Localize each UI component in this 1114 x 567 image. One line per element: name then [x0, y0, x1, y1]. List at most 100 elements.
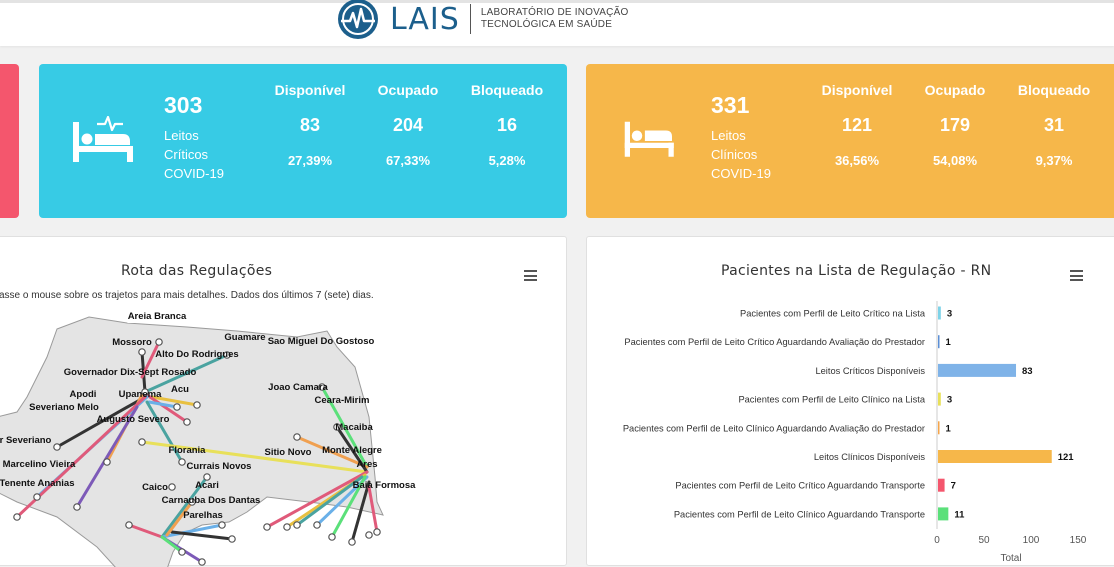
city-label: Ceara-Mirim	[315, 395, 370, 406]
city-node[interactable]	[263, 523, 271, 531]
city-label: Currais Novos	[187, 461, 252, 472]
city-node[interactable]	[218, 521, 226, 529]
chart-bar[interactable]	[938, 335, 940, 349]
city-node[interactable]	[103, 458, 111, 466]
city-label: Acu	[171, 384, 189, 395]
city-node[interactable]	[348, 538, 356, 546]
city-node[interactable]	[168, 483, 176, 491]
city-node[interactable]	[13, 513, 21, 521]
clinical-occupied-col: Ocupado 179 54,08%	[910, 82, 1000, 168]
city-node[interactable]	[155, 338, 163, 346]
chart-data-label: 121	[1058, 452, 1075, 463]
city-node[interactable]	[193, 401, 201, 409]
clinical-total: 331	[711, 92, 750, 118]
city-label: Macaiba	[335, 422, 373, 433]
col-header: Ocupado	[924, 82, 986, 98]
route-panel: Rota das Regulações asse o mouse sobre o…	[0, 236, 567, 567]
city-label: Mossoro	[112, 337, 152, 348]
city-node[interactable]	[73, 503, 81, 511]
city-node[interactable]	[178, 458, 186, 466]
city-label: Ares	[356, 459, 377, 470]
chart-category-label: Pacientes com Perfil de Leito Crítico Ag…	[675, 481, 925, 491]
route-menu-icon[interactable]	[524, 270, 537, 281]
clinical-blocked-col: Bloqueado 31 9,37%	[1009, 82, 1099, 168]
regulation-chart-panel: Pacientes na Lista de Regulação - RN Pac…	[586, 236, 1114, 566]
city-node[interactable]	[173, 403, 181, 411]
city-label: Governador Dix-Sept Rosado	[64, 367, 197, 378]
critical-beds-card: 303 Leitos Críticos COVID-19 Disponível …	[39, 64, 567, 218]
city-label: Apodi	[70, 389, 97, 400]
chart-category-label: Pacientes com Perfil de Leito Clínico Ag…	[623, 423, 925, 433]
col-percent: 9,37%	[1035, 153, 1073, 168]
chart-data-label: 1	[946, 423, 952, 434]
chart-category-label: Leitos Clínicos Disponíveis	[814, 452, 925, 462]
critical-blocked-col: Bloqueado 16 5,28%	[462, 82, 552, 168]
label-line: Críticos	[164, 147, 209, 162]
city-label: Augusto Severo	[97, 414, 170, 425]
col-header: Bloqueado	[1017, 82, 1091, 98]
chart-bar[interactable]	[938, 363, 1017, 377]
top-header: LAIS LABORATÓRIO DE INOVAÇÃO TECNOLÓGICA…	[0, 0, 1114, 46]
col-header: Ocupado	[377, 82, 439, 98]
clinical-total-label: Leitos Clínicos COVID-19	[711, 126, 791, 183]
col-percent: 36,56%	[834, 153, 880, 168]
chart-bar[interactable]	[938, 306, 941, 320]
city-label: Caico	[142, 482, 168, 493]
chart-category-label: Pacientes com Perfil de Leito Clínico Ag…	[674, 509, 925, 519]
chart-bar[interactable]	[938, 421, 940, 435]
bed-icon	[624, 121, 674, 157]
city-node[interactable]	[33, 493, 41, 501]
city-label: Acari	[195, 480, 219, 491]
chart-data-label: 3	[947, 395, 952, 406]
city-node[interactable]	[228, 535, 236, 543]
city-node[interactable]	[313, 521, 321, 529]
city-node[interactable]	[53, 443, 61, 451]
route-panel-title: Rota das Regulações	[121, 263, 273, 279]
chart-category-label: Pacientes com Perfil de Leito Crítico na…	[740, 309, 926, 319]
chart-x-tick: 0	[934, 535, 940, 546]
regulation-bar-chart[interactable]: Pacientes com Perfil de Leito Crítico na…	[587, 237, 1114, 567]
city-node[interactable]	[178, 548, 186, 556]
col-value: 179	[939, 115, 971, 135]
chart-bar[interactable]	[938, 450, 1052, 463]
city-node[interactable]	[293, 521, 301, 529]
city-node[interactable]	[328, 533, 336, 541]
city-label: Florania	[169, 445, 207, 456]
logo-subtitle-line1: LABORATÓRIO DE INOVAÇÃO	[480, 7, 629, 18]
chart-bar[interactable]	[938, 392, 941, 406]
logo-subtitle-line2: TECNOLÓGICA EM SAÚDE	[480, 19, 613, 30]
col-value: 121	[841, 115, 873, 135]
col-value: 16	[496, 115, 518, 135]
city-node[interactable]	[283, 523, 291, 531]
logo-word: LAIS	[390, 1, 460, 37]
city-label: Sao Miguel Do Gostoso	[268, 336, 375, 347]
city-node[interactable]	[138, 438, 146, 446]
col-percent: 67,33%	[385, 153, 431, 168]
route-map[interactable]: Areia Branca Guamare Sao Miguel Do Gostoso…	[0, 307, 417, 567]
label-line: Leitos	[711, 128, 746, 143]
city-node[interactable]	[198, 558, 206, 566]
chart-category-label: Pacientes com Perfil de Leito Crítico Ag…	[624, 337, 925, 347]
city-label: Tenente Ananias	[0, 478, 74, 489]
clinical-available-col: Disponível 121 36,56%	[812, 82, 902, 168]
city-node[interactable]	[125, 521, 133, 529]
city-label: Joao Camara	[268, 382, 328, 393]
logo-divider	[469, 4, 471, 34]
col-percent: 27,39%	[287, 153, 333, 168]
city-node[interactable]	[138, 348, 146, 356]
city-node[interactable]	[293, 433, 301, 441]
chart-data-label: 83	[1022, 366, 1033, 377]
col-header: Bloqueado	[470, 82, 544, 98]
city-label: Parelhas	[183, 510, 223, 521]
lais-logo[interactable]: LAIS LABORATÓRIO DE INOVAÇÃO TECNOLÓGICA…	[336, 0, 628, 41]
critical-occupied-col: Ocupado 204 67,33%	[363, 82, 453, 168]
city-label: Carnauba Dos Dantas	[162, 495, 261, 506]
chart-bar[interactable]	[938, 478, 945, 492]
city-node[interactable]	[373, 528, 381, 536]
chart-bar[interactable]	[938, 507, 949, 521]
city-node[interactable]	[365, 531, 373, 539]
critical-total-label: Leitos Críticos COVID-19	[164, 126, 244, 183]
col-percent: 54,08%	[932, 153, 978, 168]
city-node[interactable]	[183, 418, 191, 426]
chart-x-tick: 100	[1023, 535, 1040, 546]
